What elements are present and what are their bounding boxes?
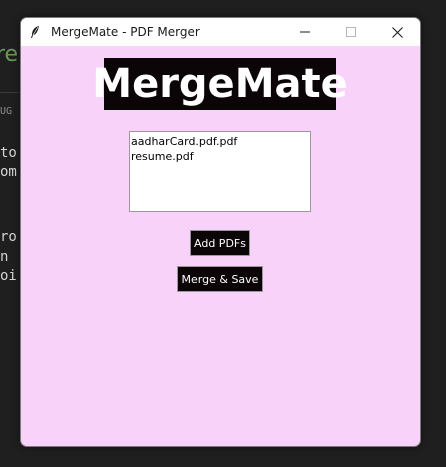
minimize-icon (300, 27, 310, 37)
add-pdfs-button[interactable]: Add PDFs (190, 230, 250, 256)
background-text-fragment: UG (0, 106, 13, 117)
title-bar[interactable]: MergeMate - PDF Merger (21, 18, 420, 46)
feather-icon (30, 24, 42, 40)
window-controls (282, 18, 420, 46)
maximize-icon (346, 27, 356, 37)
pdf-file-list[interactable]: aadharCard.pdf.pdf resume.pdf (129, 131, 311, 212)
list-item[interactable]: aadharCard.pdf.pdf (131, 134, 309, 149)
maximize-button[interactable] (328, 18, 374, 46)
background-text-fragment: n (0, 249, 9, 265)
close-button[interactable] (374, 18, 420, 46)
list-item[interactable]: resume.pdf (131, 149, 309, 164)
background-text-fragment: to (0, 145, 17, 161)
background-text-fragment: ro (0, 229, 17, 245)
background-text-fragment: re (0, 42, 19, 67)
merge-save-button[interactable]: Merge & Save (177, 266, 263, 292)
background-text-fragment: oi (0, 268, 17, 284)
close-icon (391, 26, 403, 38)
logo-text: MergeMate (92, 61, 348, 107)
window-title: MergeMate - PDF Merger (51, 25, 200, 39)
app-logo: MergeMate (92, 58, 348, 110)
background-text-fragment: om (0, 164, 17, 180)
app-window: MergeMate - PDF Merger MergeMate aadharC… (20, 17, 421, 447)
minimize-button[interactable] (282, 18, 328, 46)
